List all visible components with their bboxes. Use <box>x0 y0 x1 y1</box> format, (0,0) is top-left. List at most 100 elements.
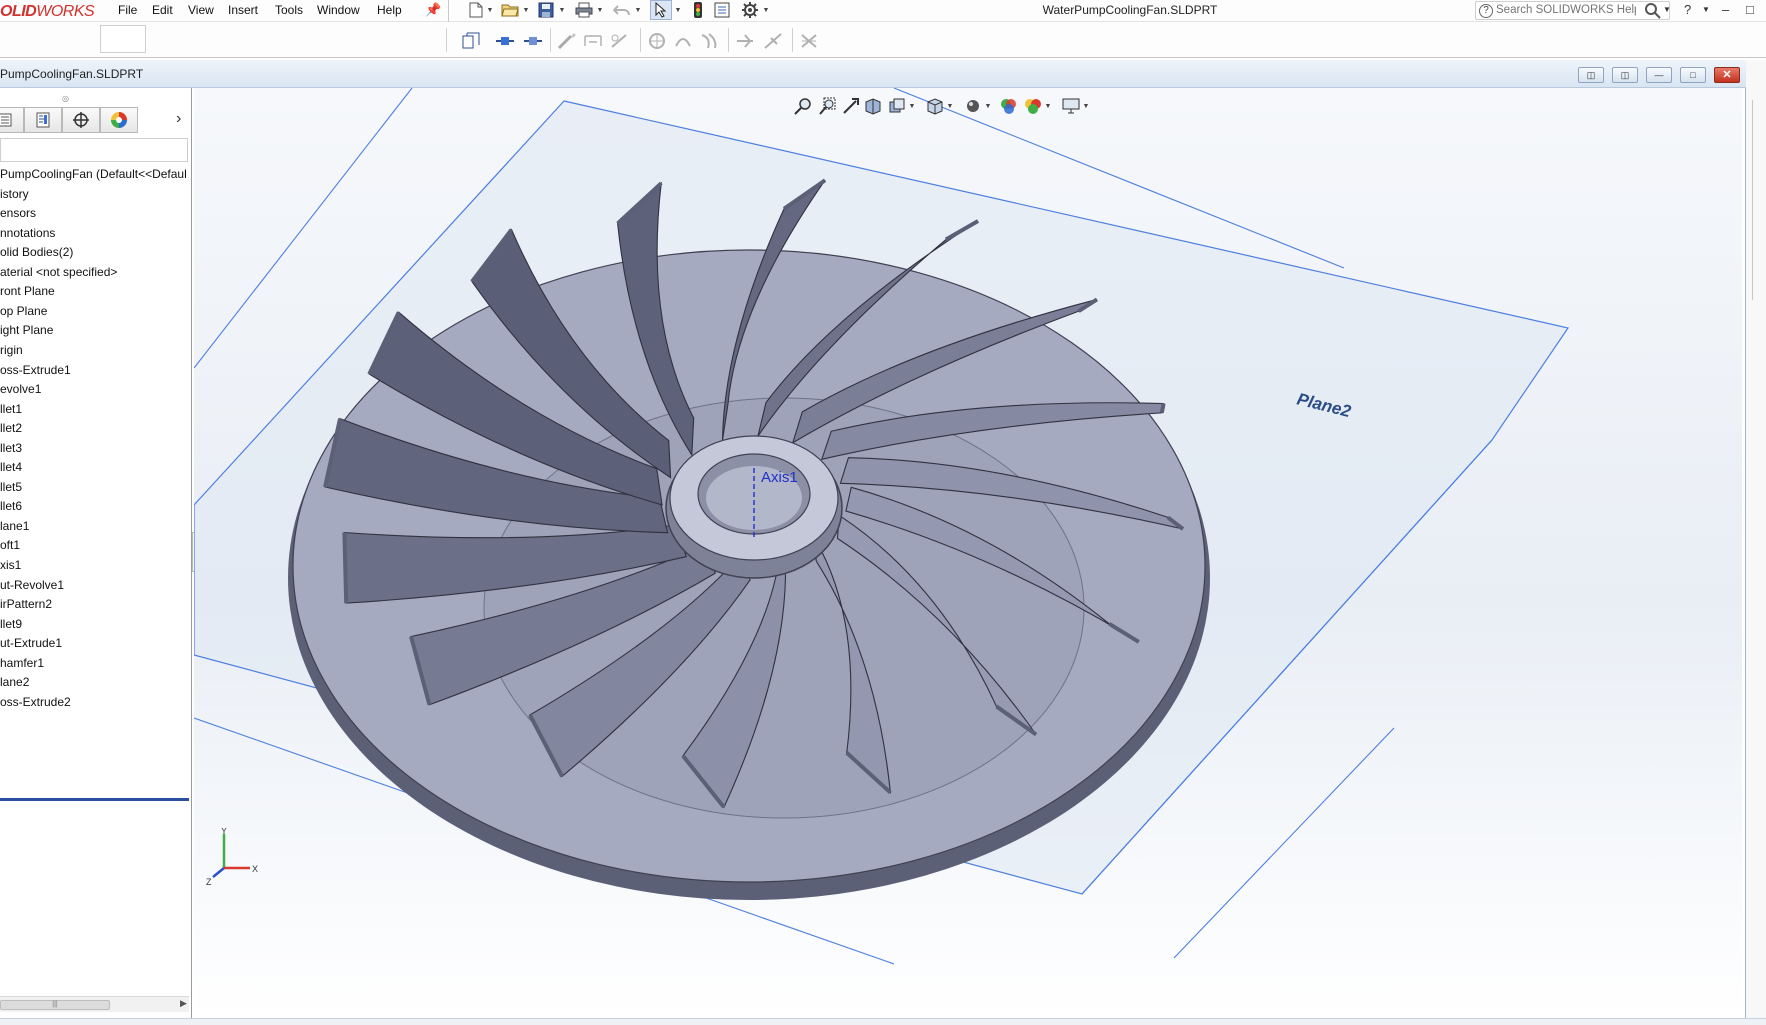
chevron-down-icon[interactable]: ▼ <box>522 1 530 19</box>
right-edge-scrollbar[interactable] <box>1746 60 1766 1020</box>
zoom-to-fit-icon[interactable] <box>792 96 814 116</box>
undo-icon[interactable] <box>612 1 632 19</box>
zoom-to-area-icon[interactable] <box>816 96 838 116</box>
feature-tree-item[interactable]: ensors <box>0 206 36 224</box>
circular-pattern-icon[interactable] <box>672 30 694 52</box>
chevron-down-icon[interactable]: ▼ <box>762 1 770 19</box>
minimize-icon[interactable]: — <box>1646 67 1672 83</box>
select-icon[interactable] <box>650 0 672 20</box>
menu-file[interactable]: File <box>118 3 137 17</box>
new-document-icon[interactable] <box>466 1 486 19</box>
panel-grip-icon[interactable]: ◎ <box>62 94 69 103</box>
chevron-down-icon[interactable]: ▼ <box>1702 5 1710 14</box>
chevron-down-icon[interactable]: ▼ <box>1082 96 1090 116</box>
save-icon[interactable] <box>536 1 556 19</box>
reference-geometry-icon[interactable] <box>734 30 756 52</box>
menu-help[interactable]: Help <box>377 3 402 17</box>
chevron-down-icon[interactable]: ▼ <box>596 1 604 19</box>
feature-tree-item[interactable]: lane1 <box>0 519 29 537</box>
file-properties-icon[interactable] <box>712 1 732 19</box>
dynamic-annotation-icon[interactable] <box>886 96 908 116</box>
feature-tree-item[interactable]: rigin <box>0 343 23 361</box>
feature-tree-item[interactable]: llet5 <box>0 480 22 498</box>
feature-tree-item[interactable]: llet1 <box>0 402 22 420</box>
scrollbar-thumb[interactable]: ||| <box>0 1000 110 1010</box>
menu-tools[interactable]: Tools <box>275 3 303 17</box>
search-input[interactable] <box>1496 4 1636 16</box>
chevron-right-icon[interactable]: ▶ <box>180 998 187 1009</box>
tile-right-icon[interactable]: ◫ <box>1612 67 1638 83</box>
pin-icon[interactable]: 📌 <box>425 2 441 18</box>
display-manager-icon[interactable] <box>100 107 138 133</box>
print-icon[interactable] <box>574 1 594 19</box>
smart-dimension-icon[interactable] <box>582 30 604 52</box>
horizontal-scrollbar[interactable]: ||| ▶ <box>0 996 189 1012</box>
tile-left-icon[interactable]: ◫ <box>1578 67 1604 83</box>
feature-tree-item[interactable]: llet2 <box>0 421 22 439</box>
view-settings-icon[interactable] <box>1060 96 1082 116</box>
chevron-down-icon[interactable]: ▼ <box>1663 5 1671 14</box>
chevron-down-icon[interactable]: ▼ <box>674 1 682 19</box>
feature-tree-item[interactable]: olid Bodies(2) <box>0 245 73 263</box>
reference-triad[interactable]: Y X Z <box>206 828 266 888</box>
feature-tree-item[interactable]: llet6 <box>0 499 22 517</box>
feature-tree-item[interactable]: llet3 <box>0 441 22 459</box>
menu-view[interactable]: View <box>188 3 214 17</box>
command-manager-tab-area[interactable] <box>100 25 146 53</box>
chevron-down-icon[interactable]: ▼ <box>634 1 642 19</box>
chevron-right-icon[interactable]: › <box>176 110 181 128</box>
sketch-icon[interactable] <box>556 30 578 52</box>
chevron-down-icon[interactable]: ▼ <box>908 96 916 116</box>
configuration-manager-icon[interactable] <box>62 107 100 133</box>
feature-tree-icon[interactable] <box>0 107 24 133</box>
feature-filter-field[interactable] <box>0 138 188 162</box>
restore-icon[interactable]: □ <box>1680 67 1706 83</box>
menu-edit[interactable]: Edit <box>152 3 173 17</box>
feature-tree-item[interactable]: irPattern2 <box>0 597 52 615</box>
feature-tree-item[interactable]: lane2 <box>0 675 29 693</box>
chevron-down-icon[interactable]: ▼ <box>984 96 992 116</box>
tangent-arc-icon[interactable] <box>494 30 516 52</box>
feature-tree-item[interactable]: llet4 <box>0 460 22 478</box>
help-icon[interactable]: ? <box>1684 2 1691 17</box>
feature-tree-item[interactable]: llet9 <box>0 617 22 635</box>
display-style-icon[interactable] <box>962 96 984 116</box>
instant3d-icon[interactable] <box>798 30 820 52</box>
pattern-icon[interactable] <box>646 30 668 52</box>
insert-feature-icon[interactable] <box>522 30 544 52</box>
solidworks-logo[interactable]: OLIDWORKS <box>0 3 95 21</box>
relations-icon[interactable] <box>608 30 630 52</box>
mirror-icon[interactable] <box>698 30 720 52</box>
feature-tree-item[interactable]: op Plane <box>0 304 47 322</box>
feature-tree-item[interactable]: evolve1 <box>0 382 41 400</box>
search-icon[interactable] <box>1644 2 1662 23</box>
rollback-bar[interactable] <box>0 798 189 801</box>
feature-tree-item[interactable]: aterial <not specified> <box>0 265 117 283</box>
chevron-down-icon[interactable]: ▼ <box>1044 96 1052 116</box>
hide-show-icon[interactable] <box>998 96 1020 116</box>
chevron-down-icon[interactable]: ▼ <box>558 1 566 19</box>
maximize-icon[interactable]: □ <box>1746 2 1754 17</box>
feature-tree-item[interactable]: PumpCoolingFan (Default<<Defaul <box>0 167 187 185</box>
menu-insert[interactable]: Insert <box>228 3 258 17</box>
feature-tree-item[interactable]: ight Plane <box>0 323 53 341</box>
curves-icon[interactable] <box>762 30 784 52</box>
minimize-icon[interactable]: – <box>1722 2 1729 17</box>
feature-tree-item[interactable]: oss-Extrude1 <box>0 363 71 381</box>
model-viewport[interactable]: Axis1 Plane2 <box>194 88 1742 1018</box>
feature-tree-item[interactable]: ront Plane <box>0 284 55 302</box>
close-icon[interactable]: ✕ <box>1714 67 1740 83</box>
chevron-down-icon[interactable]: ▼ <box>486 1 494 19</box>
feature-tree-item[interactable]: ut-Revolve1 <box>0 578 64 596</box>
chevron-down-icon[interactable]: ▼ <box>946 96 954 116</box>
feature-tree-item[interactable]: ut-Extrude1 <box>0 636 62 654</box>
feature-tree-item[interactable]: nnotations <box>0 226 55 244</box>
feature-tree-item[interactable]: oss-Extrude2 <box>0 695 71 713</box>
feature-tree-item[interactable]: oft1 <box>0 538 20 556</box>
open-icon[interactable] <box>500 1 520 19</box>
edit-appearance-icon[interactable] <box>1022 96 1044 116</box>
feature-tree-item[interactable]: hamfer1 <box>0 656 44 674</box>
rebuild-icon[interactable] <box>688 1 708 19</box>
view-orientation-icon[interactable] <box>924 96 946 116</box>
options-icon[interactable] <box>740 1 760 19</box>
